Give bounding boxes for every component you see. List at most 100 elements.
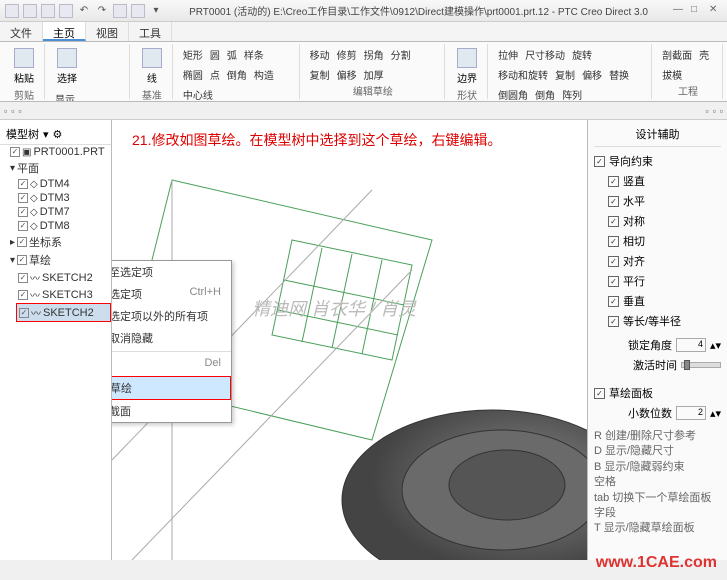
round-button[interactable]: 倒圆角 xyxy=(496,86,530,102)
chamfer2-button[interactable]: 倒角 xyxy=(533,86,557,102)
chamfer-button[interactable]: 倒角 xyxy=(225,66,249,83)
tab-tools[interactable]: 工具 xyxy=(129,22,172,41)
tree-node-csys[interactable]: ▸ ✓坐标系 xyxy=(8,233,111,251)
spinner-icon[interactable]: ▴▾ xyxy=(710,407,721,420)
thicken-button[interactable]: 加厚 xyxy=(362,66,386,83)
tree-item[interactable]: ✓◇ DTM3 xyxy=(16,191,111,205)
centerline-button[interactable]: 中心线 xyxy=(181,86,215,102)
close-window-icon[interactable] xyxy=(130,3,146,19)
dropdown-icon[interactable]: ▾ xyxy=(148,3,164,19)
line-icon xyxy=(142,48,162,68)
snap-angle-input[interactable]: 4 xyxy=(676,338,706,352)
point-button[interactable]: 点 xyxy=(208,66,222,83)
checkbox[interactable]: ✓ xyxy=(608,176,619,187)
copy2-button[interactable]: 复制 xyxy=(553,66,577,83)
ribbon-group-engineering: 剖截面 壳 拔模 工程 xyxy=(654,44,723,99)
tree-item-selected[interactable]: ✓〰 SKETCH2 xyxy=(16,303,111,322)
select-button[interactable]: 选择 xyxy=(53,46,81,87)
replace-button[interactable]: 替换 xyxy=(607,66,631,83)
undo-icon[interactable]: ↶ xyxy=(76,3,92,19)
shell-button[interactable]: 壳 xyxy=(697,46,711,63)
display-button[interactable]: 显示 xyxy=(53,90,97,102)
extrude-button[interactable]: 拉伸 xyxy=(496,46,520,63)
construct-button[interactable]: 构造 xyxy=(252,66,276,83)
pattern-button[interactable]: 阵列 xyxy=(560,86,584,102)
offset-button[interactable]: 偏移 xyxy=(335,66,359,83)
tree-item[interactable]: ✓〰 SKETCH2 xyxy=(16,269,111,286)
menu-create-section[interactable]: 创建截面 xyxy=(112,400,231,422)
move-rotate-button[interactable]: 移动和旋转 xyxy=(496,66,550,83)
regenerate-icon[interactable] xyxy=(112,3,128,19)
tree-item[interactable]: ✓◇ DTM4 xyxy=(16,177,111,191)
rotate-button[interactable]: 旋转 xyxy=(570,46,594,63)
save-icon[interactable] xyxy=(58,3,74,19)
menu-unhide-all[interactable]: 全部取消隐藏 xyxy=(112,327,231,349)
checkbox[interactable]: ✓ xyxy=(608,256,619,267)
checkbox[interactable]: ✓ xyxy=(594,156,605,167)
checkbox[interactable]: ✓ xyxy=(608,196,619,207)
checkbox[interactable]: ✓ xyxy=(594,388,605,399)
trim-button[interactable]: 修剪 xyxy=(335,46,359,63)
keyboard-hints: R 创建/删除尺寸参考 D 显示/隐藏尺寸 B 显示/隐藏弱约束 空格 tab … xyxy=(594,429,721,537)
paste-button[interactable]: 粘贴 xyxy=(10,46,38,87)
menu-zoom-to[interactable]: 缩放至选定项 xyxy=(112,261,231,283)
tree-node-sketches[interactable]: ▾ ✓草绘 xyxy=(8,251,111,269)
offset2-button[interactable]: 偏移 xyxy=(580,66,604,83)
view-tool-icon[interactable]: ▫ xyxy=(720,106,723,116)
checkbox[interactable]: ✓ xyxy=(608,236,619,247)
menu-hide-selected[interactable]: 隐藏选定项Ctrl+H xyxy=(112,283,231,305)
view-tool-icon[interactable]: ▫ xyxy=(705,106,708,116)
slider[interactable] xyxy=(681,362,721,368)
view-tool-icon[interactable]: ▫ xyxy=(11,106,14,116)
tab-file[interactable]: 文件 xyxy=(0,22,43,41)
tree-node-planes[interactable]: ▾ 平面 xyxy=(8,159,111,177)
decimals-input[interactable]: 2 xyxy=(676,406,706,420)
menu-hide-others[interactable]: 隐藏选定项以外的所有项 xyxy=(112,305,231,327)
tree-root[interactable]: ✓▣ PRT0001.PRT xyxy=(8,145,111,159)
select-icon xyxy=(57,48,77,68)
tree-item[interactable]: ✓◇ DTM8 xyxy=(16,219,111,233)
move-button[interactable]: 移动 xyxy=(308,46,332,63)
checkbox[interactable]: ✓ xyxy=(608,216,619,227)
corner-button[interactable]: 拐角 xyxy=(362,46,386,63)
graphics-canvas[interactable]: 21.修改如图草绘。在模型树中选择到这个草绘，右键编辑。 xyxy=(112,120,587,560)
maximize-button[interactable]: □ xyxy=(691,4,705,18)
arc-button[interactable]: 弧 xyxy=(225,46,239,63)
menu-edit-sketch[interactable]: 编辑草绘 xyxy=(112,376,231,400)
tab-home[interactable]: 主页 xyxy=(43,22,86,41)
view-toolbar: ▫ ▫ ▫ ▫ ▫ ▫ xyxy=(0,102,727,120)
circle-button[interactable]: 圆 xyxy=(208,46,222,63)
draft-button[interactable]: 拔模 xyxy=(660,66,684,83)
tree-item[interactable]: ✓◇ DTM7 xyxy=(16,205,111,219)
line-button[interactable]: 线 xyxy=(138,46,166,87)
boundary-button[interactable]: 边界 xyxy=(453,46,481,87)
rect-button[interactable]: 矩形 xyxy=(181,46,205,63)
view-tool-icon[interactable]: ▫ xyxy=(18,106,21,116)
open-icon[interactable] xyxy=(40,3,56,19)
copy-button[interactable]: 复制 xyxy=(308,66,332,83)
redo-icon[interactable]: ↷ xyxy=(94,3,110,19)
quick-access-toolbar: ↶ ↷ ▾ xyxy=(4,3,164,19)
boundary-icon xyxy=(457,48,477,68)
app-menu-icon[interactable] xyxy=(4,3,20,19)
split-button[interactable]: 分割 xyxy=(389,46,413,63)
ribbon-group-datum: 线 基准 xyxy=(132,44,173,99)
view-tool-icon[interactable]: ▫ xyxy=(713,106,716,116)
spline-button[interactable]: 样条 xyxy=(242,46,266,63)
view-tool-icon[interactable]: ▫ xyxy=(4,106,7,116)
checkbox[interactable]: ✓ xyxy=(608,276,619,287)
ellipse-button[interactable]: 椭圆 xyxy=(181,66,205,83)
tree-filter-icon[interactable]: ▾ xyxy=(43,128,49,141)
minimize-button[interactable]: — xyxy=(673,4,687,18)
new-icon[interactable] xyxy=(22,3,38,19)
tree-item[interactable]: ✓〰 SKETCH3 xyxy=(16,286,111,303)
xsection-button[interactable]: 剖截面 xyxy=(660,46,694,63)
menu-delete[interactable]: 删除Del xyxy=(112,354,231,376)
checkbox[interactable]: ✓ xyxy=(608,316,619,327)
dim-move-button[interactable]: 尺寸移动 xyxy=(523,46,567,63)
tab-view[interactable]: 视图 xyxy=(86,22,129,41)
close-button[interactable]: ✕ xyxy=(709,4,723,18)
tree-settings-icon[interactable]: ⚙ xyxy=(53,128,63,141)
spinner-icon[interactable]: ▴▾ xyxy=(710,339,721,352)
checkbox[interactable]: ✓ xyxy=(608,296,619,307)
